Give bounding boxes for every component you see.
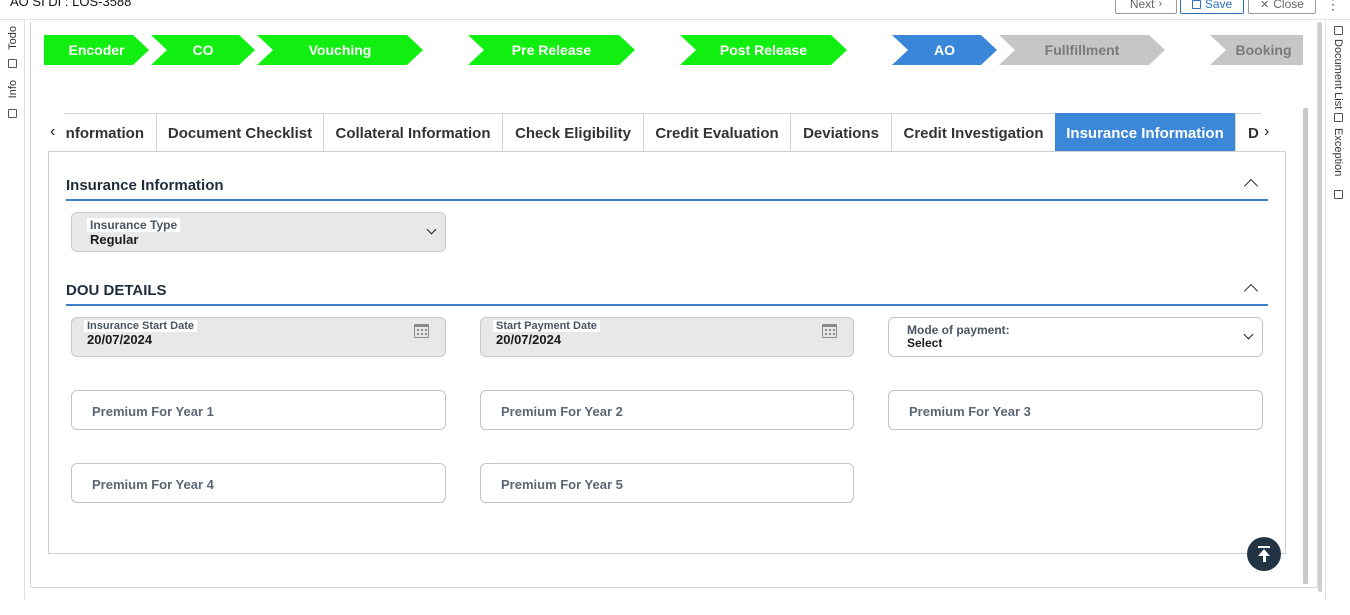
premium-year-1-input[interactable]: Premium For Year 1 xyxy=(71,390,446,430)
premium-year-3-placeholder: Premium For Year 3 xyxy=(909,404,1031,419)
content-scrollbar[interactable] xyxy=(1303,108,1308,584)
tab-collateral-information[interactable]: Collateral Information xyxy=(323,113,503,152)
mode-of-payment-label: Mode of payment: xyxy=(904,323,1013,337)
left-side-rail: Todo Info xyxy=(0,20,25,600)
tab-label: Check Eligibility xyxy=(515,124,631,142)
chevron-right-icon: › xyxy=(1264,123,1270,140)
tabs-scroll-right[interactable]: › xyxy=(1264,123,1269,141)
stage-label: Pre Release xyxy=(511,42,592,58)
chevron-right-icon: › xyxy=(1158,0,1163,10)
stage-pre-release[interactable]: Pre Release xyxy=(468,35,635,65)
insurance-start-date-field[interactable]: Insurance Start Date 20/07/2024 xyxy=(71,317,446,357)
chevron-down-icon xyxy=(426,224,437,235)
chevron-down-icon xyxy=(1243,329,1254,340)
premium-year-4-input[interactable]: Premium For Year 4 xyxy=(71,463,446,503)
premium-year-4-placeholder: Premium For Year 4 xyxy=(92,477,214,492)
tab-label: Credit Investigation xyxy=(903,124,1044,142)
next-button[interactable]: Next › xyxy=(1115,0,1177,14)
stage-encoder[interactable]: Encoder xyxy=(44,35,149,65)
tab-check-eligibility[interactable]: Check Eligibility xyxy=(502,113,644,152)
premium-year-5-input[interactable]: Premium For Year 5 xyxy=(480,463,854,503)
start-payment-date-label: Start Payment Date xyxy=(493,320,600,332)
page-title: AO SI DI : LOS-3588 xyxy=(10,0,132,9)
insurance-start-date-label: Insurance Start Date xyxy=(84,320,197,332)
tab-deviations[interactable]: Deviations xyxy=(790,113,892,152)
scroll-to-top-button[interactable] xyxy=(1247,537,1281,571)
dou-section-title: DOU DETAILS xyxy=(66,282,167,299)
premium-year-5-placeholder: Premium For Year 5 xyxy=(501,477,623,492)
tab-next-partial[interactable]: D xyxy=(1235,113,1261,152)
todo-clipboard-icon xyxy=(8,59,17,68)
save-icon xyxy=(1191,0,1201,9)
tabs-scroll-left[interactable]: ‹ xyxy=(50,123,55,141)
premium-year-2-placeholder: Premium For Year 2 xyxy=(501,404,623,419)
right-side-rail: Document List Exception xyxy=(1325,20,1350,600)
top-bar: AO SI DI : LOS-3588 Next › Save ✕ Close … xyxy=(0,0,1350,20)
tab-label: Insurance Information xyxy=(1066,124,1224,142)
stage-label: Booking xyxy=(1235,42,1292,58)
stage-label: AO xyxy=(934,42,955,58)
document-list-tab[interactable]: Document List xyxy=(1332,39,1344,109)
tab-label: nformation xyxy=(65,124,144,142)
close-button[interactable]: ✕ Close xyxy=(1248,0,1316,14)
stage-label: CO xyxy=(192,42,214,58)
info-clipboard-icon xyxy=(8,109,17,118)
stage-fullfillment[interactable]: Fullfillment xyxy=(999,35,1165,65)
stage-label: Encoder xyxy=(68,42,125,58)
arrow-up-to-top-icon xyxy=(1258,546,1270,548)
calendar-icon[interactable] xyxy=(822,324,837,338)
stage-vouching[interactable]: Vouching xyxy=(257,35,423,65)
mode-of-payment-value: Select xyxy=(907,336,943,350)
tab-credit-investigation[interactable]: Credit Investigation xyxy=(891,113,1056,152)
next-label: Next xyxy=(1129,0,1155,11)
stage-label: Vouching xyxy=(308,42,372,58)
tab-label: Collateral Information xyxy=(335,124,491,142)
dou-section-header[interactable]: DOU DETAILS xyxy=(66,282,1268,306)
stage-label: Post Release xyxy=(719,42,808,58)
save-label: Save xyxy=(1204,0,1233,11)
tab-label: Credit Evaluation xyxy=(655,124,779,142)
insurance-start-date-value: 20/07/2024 xyxy=(87,332,153,347)
more-menu-icon[interactable]: ⋮ xyxy=(1326,0,1340,13)
tab-document-checklist[interactable]: Document Checklist xyxy=(156,113,324,152)
start-payment-date-field[interactable]: Start Payment Date 20/07/2024 xyxy=(480,317,854,357)
start-payment-date-value: 20/07/2024 xyxy=(496,332,562,347)
app-page: AO SI DI : LOS-3588 Next › Save ✕ Close … xyxy=(0,0,1350,615)
exception-clipboard-icon xyxy=(1334,113,1343,122)
exception-doc-icon xyxy=(1334,190,1343,199)
stage-label: Fullfillment xyxy=(1044,42,1120,58)
premium-year-1-placeholder: Premium For Year 1 xyxy=(92,404,214,419)
todo-tab[interactable]: Todo xyxy=(7,26,19,50)
insurance-type-label: Insurance Type xyxy=(87,218,181,232)
collapse-chevron-up-icon[interactable] xyxy=(1243,178,1259,194)
tab-label: D xyxy=(1248,124,1259,142)
arrow-stem xyxy=(1262,555,1266,562)
tab-label: Document Checklist xyxy=(167,124,313,142)
premium-year-3-input[interactable]: Premium For Year 3 xyxy=(888,390,1263,430)
outer-scrollbar[interactable] xyxy=(1318,22,1322,592)
stage-post-release[interactable]: Post Release xyxy=(680,35,847,65)
tab-credit-evaluation[interactable]: Credit Evaluation xyxy=(643,113,791,152)
collapse-chevron-up-icon[interactable] xyxy=(1243,283,1259,299)
insurance-section-header[interactable]: Insurance Information xyxy=(66,177,1268,201)
save-button[interactable]: Save xyxy=(1180,0,1244,14)
exception-tab[interactable]: Exception xyxy=(1332,128,1344,176)
tab-label: Deviations xyxy=(803,124,879,142)
premium-year-2-input[interactable]: Premium For Year 2 xyxy=(480,390,854,430)
tab-information[interactable]: nformation xyxy=(64,113,157,152)
mode-of-payment-select[interactable]: Mode of payment: Select xyxy=(888,317,1263,357)
info-tab[interactable]: Info xyxy=(7,80,19,98)
tab-insurance-information[interactable]: Insurance Information xyxy=(1055,113,1235,152)
calendar-icon[interactable] xyxy=(414,324,429,338)
document-list-clipboard-icon xyxy=(1334,26,1343,35)
close-icon: ✕ xyxy=(1260,0,1270,11)
close-label: Close xyxy=(1273,0,1304,11)
chevron-left-icon: ‹ xyxy=(50,123,56,140)
insurance-section-title: Insurance Information xyxy=(66,177,224,194)
insurance-type-value: Regular xyxy=(90,232,139,247)
insurance-type-select[interactable]: Insurance Type Regular xyxy=(71,212,446,252)
